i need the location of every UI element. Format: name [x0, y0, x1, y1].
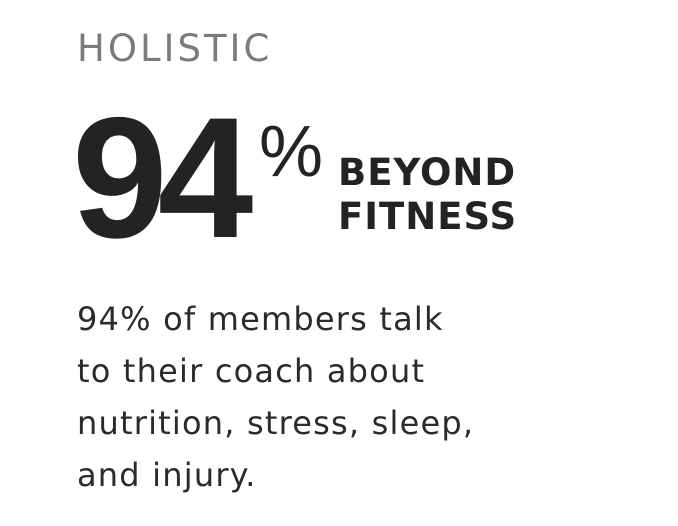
description-line-1: 94% of members talk: [77, 300, 444, 338]
stat-percent-sign: %: [259, 112, 324, 192]
stat-label-line-2: FITNESS: [338, 195, 518, 238]
description-line-3: nutrition, stress, sleep,: [77, 404, 475, 442]
stat-label-line-1: BEYOND: [338, 151, 517, 194]
stat-description: 94% of members talk to their coach about…: [77, 293, 474, 501]
description-line-4: and injury.: [77, 456, 257, 494]
stat-label: BEYOND FITNESS: [338, 151, 517, 239]
stat-number: 94: [72, 82, 253, 274]
stat-card: HOLISTIC 94 % BEYOND FITNESS 94% of memb…: [0, 0, 678, 526]
eyebrow-label: HOLISTIC: [77, 27, 273, 70]
description-line-2: to their coach about: [77, 352, 426, 390]
